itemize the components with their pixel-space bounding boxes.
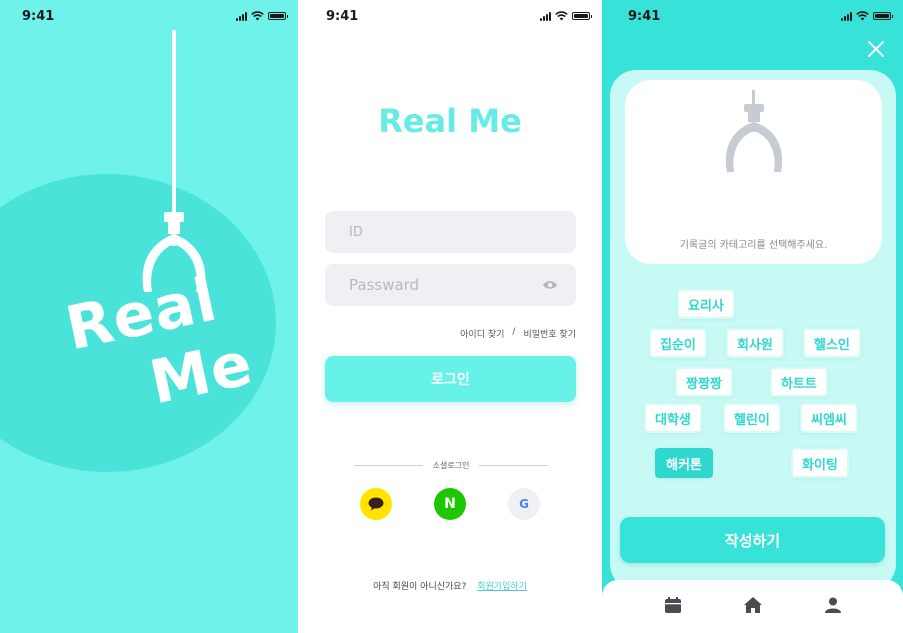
find-id-link[interactable]: 아이디 찾기 xyxy=(460,327,504,340)
wifi-icon xyxy=(555,11,568,21)
category-chip-fitness-newbie[interactable]: 헬린이 xyxy=(723,403,781,433)
splash-screen: 9:41 Real Me xyxy=(0,0,298,633)
naver-icon: N xyxy=(444,496,456,512)
status-time: 9:41 xyxy=(326,9,359,24)
category-chip-hackathon[interactable]: 해커톤 xyxy=(655,448,713,478)
social-login-divider: 소셜로그인 xyxy=(354,458,548,472)
battery-icon xyxy=(873,12,893,20)
status-bar: 9:41 xyxy=(298,0,602,32)
wifi-icon xyxy=(856,11,869,21)
find-links: 아이디 찾기 / 비밀번호 찾기 xyxy=(460,327,576,340)
cellular-icon xyxy=(841,11,852,21)
cellular-icon xyxy=(540,11,551,21)
id-placeholder: ID xyxy=(349,224,363,240)
category-card: 기록글의 카테고리를 선택해주세요. xyxy=(625,80,882,264)
signup-row: 아직 회원이 아니신가요? 회원가입하기 xyxy=(298,579,602,592)
signup-link[interactable]: 회원가입하기 xyxy=(477,582,527,592)
google-icon: G xyxy=(519,497,529,511)
status-icons xyxy=(841,11,893,21)
battery-icon xyxy=(268,12,288,20)
id-input[interactable]: ID xyxy=(325,211,576,253)
status-icons xyxy=(236,11,288,21)
divider-line xyxy=(354,464,423,466)
category-chip-office-worker[interactable]: 회사원 xyxy=(726,328,784,358)
close-icon[interactable] xyxy=(867,40,885,58)
login-screen: 9:41 Real Me ID Passward 아이디 찾기 / 비밀번호 찾… xyxy=(298,0,602,633)
password-placeholder: Passward xyxy=(349,276,420,294)
divider-line xyxy=(479,464,548,466)
claw-icon xyxy=(725,90,783,172)
bottom-tab-bar xyxy=(602,580,903,633)
login-button[interactable]: 로그인 xyxy=(325,356,576,402)
status-time: 9:41 xyxy=(22,9,55,24)
category-chip-heart[interactable]: 하트트 xyxy=(770,367,828,397)
status-bar: 9:41 xyxy=(602,0,903,32)
wifi-icon xyxy=(251,11,264,21)
calendar-icon[interactable] xyxy=(663,595,683,615)
naver-login-button[interactable]: N xyxy=(434,488,466,520)
find-password-link[interactable]: 비밀번호 찾기 xyxy=(523,327,576,340)
category-chip-student[interactable]: 대학생 xyxy=(644,403,702,433)
category-chip-fitness[interactable]: 헬스인 xyxy=(803,328,861,358)
category-screen: 9:41 기록글의 카테고리를 선택해주세요. 요리사 집순이 회사원 헬스인 … xyxy=(602,0,903,633)
status-bar: 9:41 xyxy=(0,0,298,32)
social-login-label: 소셜로그인 xyxy=(432,460,470,470)
category-chip-fighting[interactable]: 화이팅 xyxy=(791,448,849,478)
category-chip-zzang[interactable]: 짱짱짱 xyxy=(675,367,733,397)
google-login-button[interactable]: G xyxy=(508,488,540,520)
category-chip-cook[interactable]: 요리사 xyxy=(677,289,735,319)
profile-icon[interactable] xyxy=(823,595,843,615)
app-title: Real Me xyxy=(378,102,522,140)
category-hint: 기록글의 카테고리를 선택해주세요. xyxy=(679,240,828,251)
status-time: 9:41 xyxy=(628,9,661,24)
kakao-icon xyxy=(368,497,384,511)
category-chip-homebody[interactable]: 집순이 xyxy=(649,328,707,358)
battery-icon xyxy=(572,12,592,20)
eye-icon[interactable] xyxy=(542,279,558,291)
signup-prompt: 아직 회원이 아니신가요? xyxy=(373,582,467,592)
password-input[interactable]: Passward xyxy=(325,264,576,306)
status-icons xyxy=(540,11,592,21)
link-separator: / xyxy=(512,327,516,337)
home-icon[interactable] xyxy=(743,595,763,615)
cellular-icon xyxy=(236,11,247,21)
category-chip-cmc[interactable]: 씨엠씨 xyxy=(800,403,858,433)
write-button[interactable]: 작성하기 xyxy=(620,517,885,563)
kakao-login-button[interactable] xyxy=(360,488,392,520)
